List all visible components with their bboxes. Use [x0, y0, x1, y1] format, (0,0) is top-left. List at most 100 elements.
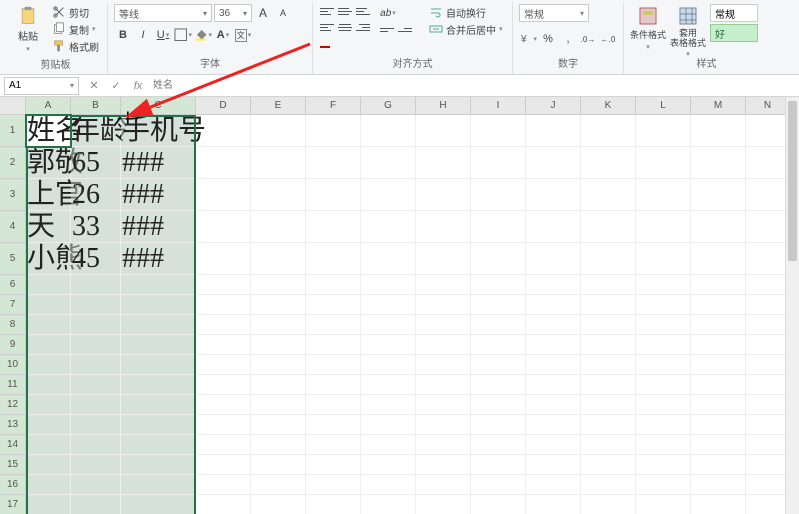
- cell-F6[interactable]: [306, 275, 361, 295]
- cell-G2[interactable]: [361, 147, 416, 179]
- cell-E11[interactable]: [251, 375, 306, 395]
- cell-H1[interactable]: [416, 115, 471, 147]
- col-header-D[interactable]: D: [196, 97, 251, 115]
- cell-G17[interactable]: [361, 495, 416, 514]
- underline-button[interactable]: U▾: [154, 26, 172, 44]
- cell-K17[interactable]: [581, 495, 636, 514]
- cell-J11[interactable]: [526, 375, 581, 395]
- cell-A7[interactable]: [26, 295, 71, 315]
- cell-I15[interactable]: [471, 455, 526, 475]
- cell-N12[interactable]: [746, 395, 790, 415]
- cell-D12[interactable]: [196, 395, 251, 415]
- cell-I9[interactable]: [471, 335, 526, 355]
- cell-J5[interactable]: [526, 243, 581, 275]
- cell-F16[interactable]: [306, 475, 361, 495]
- cell-M11[interactable]: [691, 375, 746, 395]
- cell-L14[interactable]: [636, 435, 691, 455]
- cell-L13[interactable]: [636, 415, 691, 435]
- cell-E12[interactable]: [251, 395, 306, 415]
- col-header-B[interactable]: B: [71, 97, 121, 115]
- cell-M14[interactable]: [691, 435, 746, 455]
- cell-G10[interactable]: [361, 355, 416, 375]
- cell-J10[interactable]: [526, 355, 581, 375]
- percent-button[interactable]: %: [539, 30, 557, 48]
- cell-C1[interactable]: 手机号: [121, 115, 196, 147]
- align-middle-button[interactable]: [337, 4, 353, 18]
- row-header-14[interactable]: 14: [0, 435, 26, 455]
- cell-A17[interactable]: [26, 495, 71, 514]
- cell-M9[interactable]: [691, 335, 746, 355]
- cell-D2[interactable]: [196, 147, 251, 179]
- number-format-combo[interactable]: 常规▾: [519, 4, 589, 22]
- cell-H12[interactable]: [416, 395, 471, 415]
- cell-L5[interactable]: [636, 243, 691, 275]
- cell-G8[interactable]: [361, 315, 416, 335]
- cell-A14[interactable]: [26, 435, 71, 455]
- row-header-6[interactable]: 6: [0, 275, 26, 295]
- cell-N9[interactable]: [746, 335, 790, 355]
- cell-J9[interactable]: [526, 335, 581, 355]
- col-header-I[interactable]: I: [471, 97, 526, 115]
- cell-A4[interactable]: 天: [26, 211, 71, 243]
- paste-button[interactable]: 粘贴 ▾: [10, 4, 46, 52]
- col-header-F[interactable]: F: [306, 97, 361, 115]
- cell-B11[interactable]: [71, 375, 121, 395]
- cell-C5[interactable]: ###: [121, 243, 196, 275]
- cell-J16[interactable]: [526, 475, 581, 495]
- cell-E10[interactable]: [251, 355, 306, 375]
- cell-C10[interactable]: [121, 355, 196, 375]
- worksheet-grid[interactable]: ABCDEFGHIJKLMN 1234567891011121314151617…: [0, 97, 799, 514]
- cell-K15[interactable]: [581, 455, 636, 475]
- cell-N16[interactable]: [746, 475, 790, 495]
- cell-H17[interactable]: [416, 495, 471, 514]
- row-header-7[interactable]: 7: [0, 295, 26, 315]
- cell-I7[interactable]: [471, 295, 526, 315]
- cell-I16[interactable]: [471, 475, 526, 495]
- cell-C17[interactable]: [121, 495, 196, 514]
- cell-J2[interactable]: [526, 147, 581, 179]
- cell-D17[interactable]: [196, 495, 251, 514]
- row-header-3[interactable]: 3: [0, 179, 26, 211]
- cell-F1[interactable]: [306, 115, 361, 147]
- cell-D13[interactable]: [196, 415, 251, 435]
- cell-M7[interactable]: [691, 295, 746, 315]
- cell-L3[interactable]: [636, 179, 691, 211]
- cell-I6[interactable]: [471, 275, 526, 295]
- currency-button[interactable]: ¥▾: [519, 30, 537, 48]
- cell-K2[interactable]: [581, 147, 636, 179]
- cell-C12[interactable]: [121, 395, 196, 415]
- cell-F10[interactable]: [306, 355, 361, 375]
- cell-N13[interactable]: [746, 415, 790, 435]
- cell-L11[interactable]: [636, 375, 691, 395]
- cell-F17[interactable]: [306, 495, 361, 514]
- cell-M6[interactable]: [691, 275, 746, 295]
- cell-M10[interactable]: [691, 355, 746, 375]
- cell-H6[interactable]: [416, 275, 471, 295]
- cell-G1[interactable]: [361, 115, 416, 147]
- cell-H11[interactable]: [416, 375, 471, 395]
- align-bottom-button[interactable]: [355, 4, 371, 18]
- fill-color-button[interactable]: ▾: [194, 26, 212, 44]
- decrease-indent-button[interactable]: [379, 23, 395, 37]
- cell-J7[interactable]: [526, 295, 581, 315]
- cancel-formula-button[interactable]: ✕: [85, 79, 103, 92]
- cell-M15[interactable]: [691, 455, 746, 475]
- cell-J3[interactable]: [526, 179, 581, 211]
- cell-F9[interactable]: [306, 335, 361, 355]
- cell-L6[interactable]: [636, 275, 691, 295]
- cell-M17[interactable]: [691, 495, 746, 514]
- cell-H3[interactable]: [416, 179, 471, 211]
- cell-A9[interactable]: [26, 335, 71, 355]
- cell-B2[interactable]: 65: [71, 147, 121, 179]
- cell-D14[interactable]: [196, 435, 251, 455]
- cell-C7[interactable]: [121, 295, 196, 315]
- cell-E9[interactable]: [251, 335, 306, 355]
- cell-F14[interactable]: [306, 435, 361, 455]
- cell-H8[interactable]: [416, 315, 471, 335]
- cell-L16[interactable]: [636, 475, 691, 495]
- cell-K8[interactable]: [581, 315, 636, 335]
- cell-L15[interactable]: [636, 455, 691, 475]
- cell-F11[interactable]: [306, 375, 361, 395]
- cell-B7[interactable]: [71, 295, 121, 315]
- col-header-M[interactable]: M: [691, 97, 746, 115]
